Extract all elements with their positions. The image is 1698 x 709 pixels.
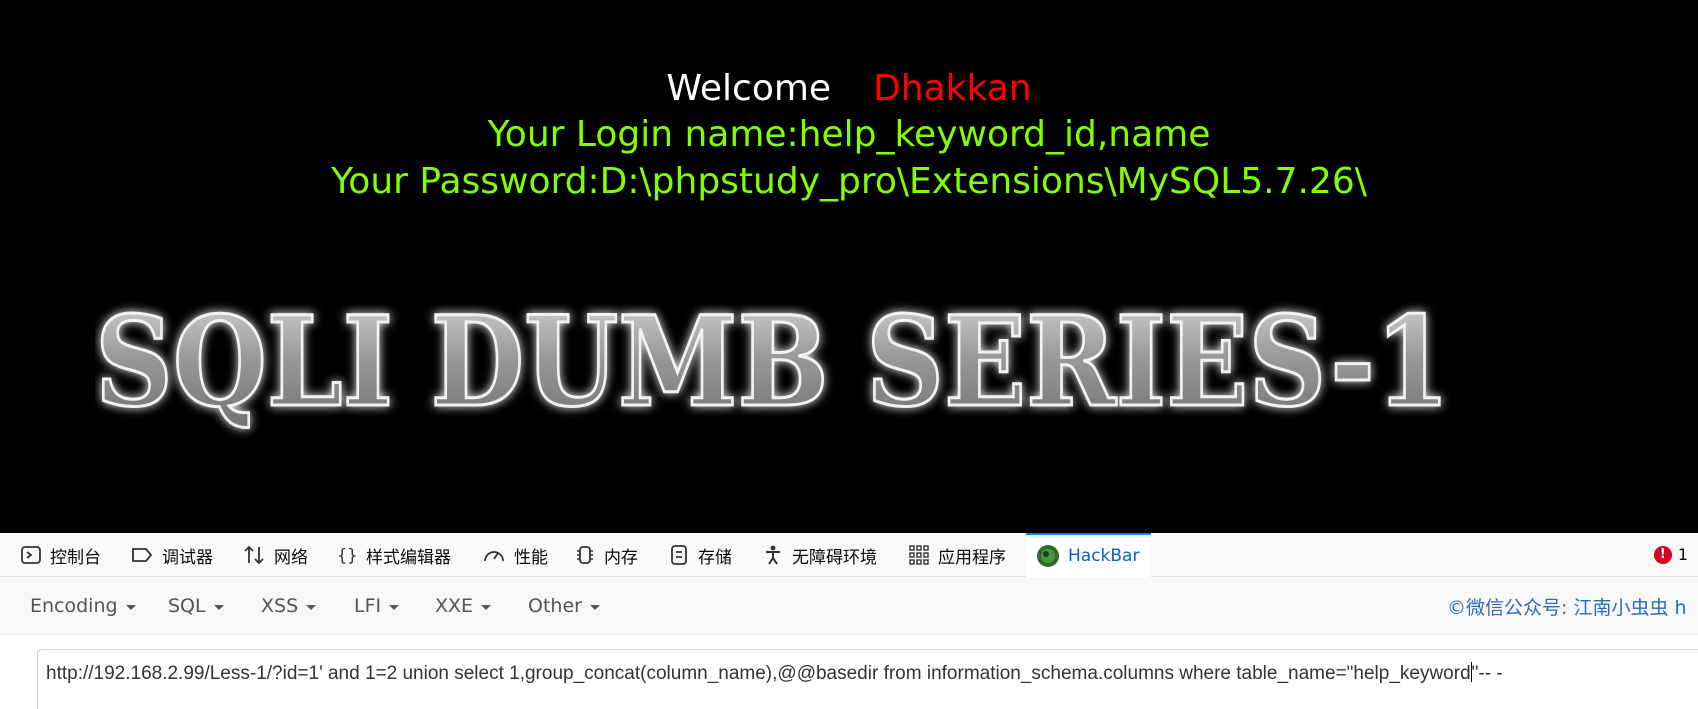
menu-xss[interactable]: XSS — [261, 577, 317, 635]
menu-label: XXE — [435, 595, 474, 617]
menu-lfi[interactable]: LFI — [354, 577, 400, 635]
storage-icon — [671, 545, 687, 565]
tab-memory[interactable]: 内存 — [574, 533, 638, 577]
tab-application[interactable]: 应用程序 — [908, 533, 1006, 577]
hackbar-toolbar: Encoding SQL XSS LFI XXE Other ©微信公众号: 江… — [0, 577, 1698, 635]
menu-label: XSS — [261, 595, 299, 617]
tab-console[interactable]: 控制台 — [20, 533, 101, 577]
tab-network[interactable]: 网络 — [242, 533, 308, 577]
caret-down-icon — [213, 604, 224, 610]
tab-label: 存储 — [698, 547, 732, 568]
tab-label: 无障碍环境 — [792, 547, 877, 568]
url-input[interactable]: http://192.168.2.99/Less-1/?id=1' and 1=… — [37, 649, 1698, 709]
menu-label: Other — [528, 595, 582, 617]
menu-label: SQL — [168, 595, 206, 617]
tab-label: HackBar — [1068, 546, 1140, 566]
application-icon — [909, 545, 929, 565]
menu-sql[interactable]: SQL — [168, 577, 224, 635]
url-after-cursor: "-- - — [1471, 663, 1503, 684]
memory-icon — [577, 546, 593, 564]
menu-label: Encoding — [30, 595, 118, 617]
url-before-cursor: http://192.168.2.99/Less-1/?id=1' and 1=… — [46, 663, 1471, 684]
welcome-line: Welcome Dhakkan — [0, 68, 1698, 109]
svg-text:{}: {} — [337, 546, 357, 566]
performance-icon — [484, 551, 504, 562]
caret-down-icon — [481, 604, 492, 610]
network-icon — [244, 545, 264, 565]
error-icon: ! — [1653, 545, 1672, 564]
sqli-banner: SQLI DUMB SERIES-1 — [95, 290, 1452, 437]
caret-down-icon — [306, 604, 317, 610]
console-icon — [21, 546, 41, 564]
menu-encoding[interactable]: Encoding — [30, 577, 136, 635]
tab-label: 内存 — [604, 547, 638, 568]
caret-down-icon — [589, 604, 600, 610]
accessibility-icon — [766, 545, 780, 565]
caret-down-icon — [125, 604, 136, 610]
tab-hackbar[interactable]: HackBar — [1026, 533, 1152, 577]
page-content: Welcome Dhakkan Your Login name:help_keyw… — [0, 0, 1698, 533]
banner-text: SQLI DUMB SERIES-1 — [95, 290, 1450, 435]
tab-label: 性能 — [514, 547, 548, 568]
welcome-text: Welcome — [666, 68, 832, 109]
tab-storage[interactable]: 存储 — [668, 533, 732, 577]
menu-label: LFI — [354, 595, 382, 617]
tab-debugger[interactable]: 调试器 — [130, 533, 213, 577]
tab-performance[interactable]: 性能 — [482, 533, 548, 577]
password-line: Your Password:D:\phpstudy_pro\Extensions… — [331, 161, 1367, 202]
menu-xxe[interactable]: XXE — [435, 577, 492, 635]
devtools-tabbar: 控制台 调试器 网络 {} 样式编辑器 性能 内存 存储 无障碍环境 应用程序 … — [0, 533, 1698, 577]
error-count: 1 — [1677, 545, 1688, 564]
menu-other[interactable]: Other — [528, 577, 600, 635]
tab-label: 网络 — [274, 547, 308, 568]
user-name: Dhakkan — [873, 68, 1032, 109]
credit-text: ©微信公众号: 江南小虫虫 h — [1447, 596, 1687, 619]
style-editor-icon: {} — [337, 546, 357, 566]
error-count-badge[interactable]: ! 1 — [1653, 545, 1688, 564]
debugger-icon — [132, 548, 153, 562]
tab-label: 样式编辑器 — [366, 547, 451, 568]
devtools-panel: 控制台 调试器 网络 {} 样式编辑器 性能 内存 存储 无障碍环境 应用程序 … — [0, 533, 1698, 709]
tab-accessibility[interactable]: 无障碍环境 — [762, 533, 877, 577]
tab-label: 调试器 — [162, 547, 213, 568]
login-name-line: Your Login name:help_keyword_id,name — [487, 114, 1211, 155]
hackbar-icon — [1037, 545, 1059, 567]
caret-down-icon — [389, 604, 400, 610]
tab-style-editor[interactable]: {} 样式编辑器 — [336, 533, 451, 577]
tab-label: 控制台 — [50, 547, 101, 568]
tab-label: 应用程序 — [938, 547, 1006, 568]
url-text: http://192.168.2.99/Less-1/?id=1' and 1=… — [46, 662, 1503, 685]
